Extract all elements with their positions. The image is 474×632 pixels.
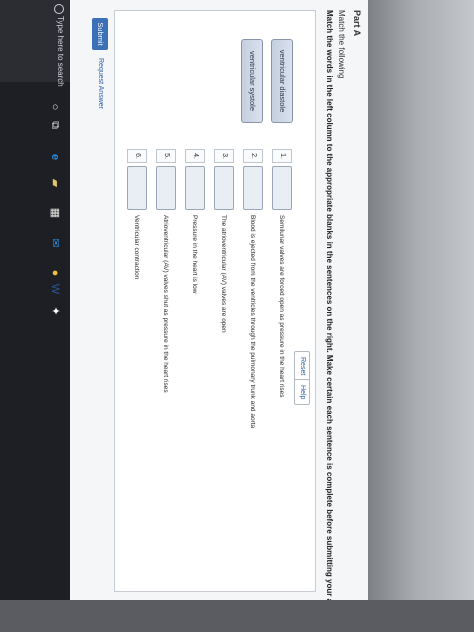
matching-panel: Reset Help ventricular diastole ventricu… [114,10,316,592]
word-bank: ventricular diastole ventricular systole [233,39,293,123]
sentence-text: Pressure in the heart is low [191,215,199,294]
sentence-row: 2. Blood is ejected from the ventricles … [242,149,264,579]
prompt-instructions: Match the words in the left column to th… [325,10,334,600]
sentence-number: 5. [156,149,176,163]
webpage: Part A Match the following Match the wor… [70,0,368,600]
dropbox-icon[interactable]: ✦ [48,304,62,318]
help-button[interactable]: Help [294,379,310,406]
sentence-text: Blood is ejected from the ventricles thr… [249,215,257,429]
sentence-number: 2. [243,149,263,163]
word-app-icon[interactable]: W [48,282,62,296]
drop-blank[interactable] [156,166,176,210]
task-view-icon[interactable]: ⧉ [48,118,62,132]
screen: Part A Match the following Match the wor… [0,0,368,600]
sentence-number: 6. [127,149,147,163]
part-title: Part A [352,10,362,37]
draggable-word[interactable]: ventricular diastole [271,39,293,123]
sentence-text: Atrioventricular (AV) valves shut as pre… [162,215,170,393]
search-icon [54,4,64,14]
taskbar-search-box[interactable]: Type here to search [0,0,70,87]
sentence-row: 6. Ventricular contraction [126,149,148,579]
draggable-word[interactable]: ventricular systole [241,39,263,123]
prompt-intro: Match the following [337,10,346,79]
laptop-hinge [0,600,474,632]
sentence-text: The atrioventricular (AV) valves are ope… [220,215,228,333]
app-icon[interactable]: ● [48,266,62,280]
sentence-row: 4. Pressure in the heart is low [184,149,206,579]
drop-blank[interactable] [214,166,234,210]
store-icon[interactable]: ▦ [48,206,62,220]
drop-blank[interactable] [272,166,292,210]
cortana-icon[interactable]: ○ [48,100,62,114]
drop-blank[interactable] [185,166,205,210]
sentence-number: 1. [272,149,292,163]
reset-button[interactable]: Reset [294,351,310,382]
search-placeholder: Type here to search [56,16,65,87]
drop-blank[interactable] [127,166,147,210]
sentence-row: 3. The atrioventricular (AV) valves are … [213,149,235,579]
request-answer-link[interactable]: Request Answer [97,58,104,109]
mail-icon[interactable]: ✉ [48,236,62,250]
submit-button[interactable]: Submit [92,18,108,50]
sentence-text: Ventricular contraction [133,215,141,280]
sentence-number: 3. [214,149,234,163]
file-explorer-icon[interactable]: ▰ [48,176,62,190]
sentence-row: 5. Atrioventricular (AV) valves shut as … [155,149,177,579]
sentence-number: 4. [185,149,205,163]
laptop-body [368,0,474,632]
windows-taskbar: Type here to search ○ ⧉ e ▰ ▦ ✉ ● W ✦ [0,0,70,600]
drop-blank[interactable] [243,166,263,210]
sentence-row: 1. Semilunar valves are forced open as p… [271,149,293,579]
sentence-list: 1. Semilunar valves are forced open as p… [119,149,293,579]
edge-browser-icon[interactable]: e [48,150,62,164]
sentence-text: Semilunar valves are forced open as pres… [278,215,286,398]
